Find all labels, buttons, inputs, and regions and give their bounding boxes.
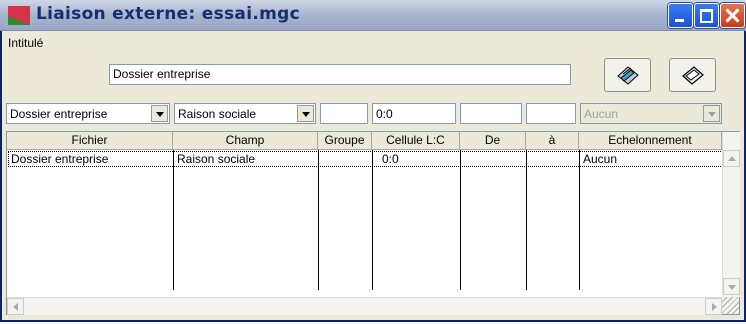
column-divider	[460, 150, 461, 290]
data-grid[interactable]: Fichier Champ Groupe Cellule L:C De à Ec…	[6, 131, 740, 315]
column-header-groupe[interactable]: Groupe	[318, 132, 372, 150]
close-button[interactable]	[720, 3, 745, 28]
column-header-fichier[interactable]: Fichier	[7, 132, 173, 150]
edit-icon	[617, 66, 639, 85]
table-cell-fichier: Dossier entreprise	[11, 152, 109, 166]
clear-button[interactable]	[669, 58, 716, 92]
column-header-echelonnement[interactable]: Echelonnement	[579, 132, 722, 150]
title-bar[interactable]: Liaison externe: essai.mgc	[0, 0, 746, 31]
minimize-button[interactable]	[668, 3, 693, 28]
champ-select[interactable]: Raison sociale	[174, 103, 316, 124]
column-divider	[372, 150, 373, 290]
echelonnement-select: Aucun	[580, 103, 722, 124]
echelonnement-select-value: Aucun	[584, 107, 619, 121]
a-input[interactable]	[526, 103, 576, 124]
champ-select-value: Raison sociale	[178, 107, 257, 121]
table-cell-echelonnement: Aucun	[583, 152, 618, 166]
column-header-champ[interactable]: Champ	[173, 132, 318, 150]
cellule-input[interactable]: 0:0	[372, 103, 456, 124]
app-icon	[8, 6, 30, 25]
chevron-down-icon[interactable]	[151, 105, 168, 122]
edit-button[interactable]	[604, 58, 651, 92]
fichier-select-value: Dossier entreprise	[10, 107, 108, 121]
column-header-a[interactable]: à	[526, 132, 579, 150]
groupe-input[interactable]	[320, 103, 368, 124]
scroll-down-icon[interactable]	[723, 278, 740, 295]
column-header-cellule[interactable]: Cellule L:C	[372, 132, 460, 150]
scroll-left-icon[interactable]	[7, 298, 24, 315]
intitule-label: Intitulé	[8, 36, 44, 50]
table-cell-champ: Raison sociale	[177, 152, 256, 166]
resize-grip-icon[interactable]	[722, 297, 739, 314]
chevron-down-icon	[703, 105, 720, 122]
column-divider	[579, 150, 580, 290]
fichier-select[interactable]: Dossier entreprise	[6, 103, 170, 124]
chevron-down-icon[interactable]	[297, 105, 314, 122]
de-input[interactable]	[460, 103, 522, 124]
table-cell-cellule: 0:0	[382, 152, 399, 166]
eraser-icon	[682, 66, 704, 85]
scroll-up-icon[interactable]	[723, 150, 740, 167]
horizontal-scrollbar[interactable]	[7, 297, 722, 315]
window-title: Liaison externe: essai.mgc	[36, 4, 300, 24]
scroll-right-icon[interactable]	[705, 298, 722, 315]
intitule-input[interactable]: Dossier entreprise	[109, 64, 571, 85]
column-divider	[173, 150, 174, 290]
vertical-scrollbar[interactable]	[722, 132, 740, 297]
column-divider	[526, 150, 527, 290]
maximize-button[interactable]	[694, 3, 719, 28]
column-divider	[318, 150, 319, 290]
column-header-de[interactable]: De	[460, 132, 526, 150]
